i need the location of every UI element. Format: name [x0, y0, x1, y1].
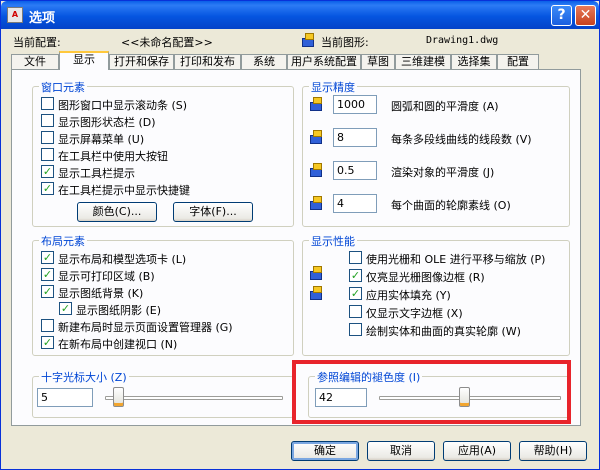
checkbox-box[interactable]	[41, 131, 54, 144]
checkbox-label: 在新布局中创建视口 (N)	[58, 338, 178, 351]
checkbox-label: 显示图纸阴影 (E)	[76, 304, 162, 317]
resolution-input-3[interactable]: 0.5	[333, 161, 377, 180]
checkbox-box[interactable]	[349, 251, 362, 264]
tab-plot-and-publish[interactable]: 打印和发布	[174, 54, 241, 70]
tab-open-and-save[interactable]: 打开和保存	[109, 54, 174, 70]
layout-elements-title: 布局元素	[39, 233, 87, 249]
resolution-label-2: 每条多段线曲线的线段数 (V)	[391, 133, 532, 146]
tab-system[interactable]: 系统	[241, 54, 287, 70]
tab-selection[interactable]: 选择集	[451, 54, 497, 70]
current-drawing-value: Drawing1.dwg	[426, 35, 499, 46]
display-performance-group: 显示性能 使用光栅和 OLE 进行平移与缩放 (P) ✓ 仅亮显光栅图像边框 (R)…	[302, 233, 570, 356]
checkbox-label: 绘制实体和曲面的真实轮廓 (W)	[366, 325, 521, 338]
checkbox-box[interactable]: ✓	[59, 302, 72, 315]
crosshair-size-slider-thumb[interactable]	[113, 387, 125, 407]
checkbox-box[interactable]	[41, 97, 54, 110]
current-profile-label: 当前配置:	[13, 36, 61, 49]
tab-user-preferences[interactable]: 用户系统配置	[287, 54, 361, 70]
autocad-app-icon: A	[7, 7, 23, 23]
checkbox-label: 应用实体填充 (Y)	[366, 289, 451, 302]
checkbox-box[interactable]: ✓	[41, 268, 54, 281]
drawing-icon	[301, 32, 317, 48]
checkbox-label: 显示图形状态栏 (D)	[58, 116, 156, 129]
checkbox-label: 显示图纸背景 (K)	[58, 287, 144, 300]
checkbox-label: 仅显示文字边框 (X)	[366, 307, 463, 320]
resolution-label-1: 圆弧和圆的平滑度 (A)	[391, 100, 499, 113]
title-bar[interactable]: A 选项 ? ✕	[1, 1, 599, 29]
display-resolution-title: 显示精度	[309, 79, 357, 95]
checkbox-box[interactable]: ✓	[41, 285, 54, 298]
drawing-saved-icon	[309, 285, 325, 301]
checkbox-box[interactable]	[41, 148, 54, 161]
tab-profiles[interactable]: 配置	[497, 54, 539, 70]
help-button[interactable]: 帮助(H)	[519, 441, 587, 461]
drawing-saved-icon	[309, 96, 325, 112]
fonts-button[interactable]: 字体(F)...	[173, 202, 253, 222]
tab-drafting[interactable]: 草图	[361, 54, 395, 70]
current-profile-value: <<未命名配置>>	[121, 36, 213, 49]
annotation-highlight	[292, 360, 571, 424]
cancel-button[interactable]: 取消	[367, 441, 435, 461]
checkbox-label: 图形窗口中显示滚动条 (S)	[58, 99, 188, 112]
crosshair-size-group: 十字光标大小 (Z) 5	[32, 369, 294, 418]
drawing-saved-icon	[309, 129, 325, 145]
checkbox-label: 显示可打印区域 (B)	[58, 270, 155, 283]
checkbox-box[interactable]	[349, 305, 362, 318]
crosshair-size-title: 十字光标大小 (Z)	[39, 369, 129, 385]
apply-button[interactable]: 应用(A)	[443, 441, 511, 461]
resolution-label-4: 每个曲面的轮廓素线 (O)	[391, 199, 511, 212]
checkbox-box[interactable]	[41, 114, 54, 127]
display-performance-title: 显示性能	[309, 233, 357, 249]
checkbox-label: 显示工具栏提示	[58, 167, 135, 180]
tab-display[interactable]: 显示	[59, 51, 109, 70]
close-button[interactable]: ✕	[575, 5, 596, 26]
drawing-saved-icon	[309, 195, 325, 211]
checkbox-box[interactable]: ✓	[41, 251, 54, 264]
checkbox-label: 使用光栅和 OLE 进行平移与缩放 (P)	[366, 253, 546, 266]
window-title: 选项	[29, 11, 56, 26]
ok-button[interactable]: 确定	[291, 441, 359, 461]
checkbox-box[interactable]	[41, 319, 54, 332]
checkbox-box[interactable]: ✓	[349, 287, 362, 300]
checkbox-box[interactable]: ✓	[41, 336, 54, 349]
window-elements-title: 窗口元素	[39, 79, 87, 95]
crosshair-size-input[interactable]: 5	[37, 388, 93, 407]
current-drawing-label: 当前图形:	[321, 36, 369, 49]
checkbox-label: 在工具栏中使用大按钮	[58, 150, 168, 163]
checkbox-box[interactable]: ✓	[41, 165, 54, 178]
tab-3d-modeling[interactable]: 三维建模	[395, 54, 451, 70]
drawing-saved-icon	[309, 265, 325, 281]
tab-files[interactable]: 文件	[11, 54, 59, 70]
resolution-label-3: 渲染对象的平滑度 (J)	[391, 166, 495, 179]
layout-elements-group: 布局元素 ✓ 显示布局和模型选项卡 (L) ✓ 显示可打印区域 (B) ✓ 显示图纸背景 …	[32, 233, 294, 356]
checkbox-label: 仅亮显光栅图像边框 (R)	[366, 271, 485, 284]
checkbox-box[interactable]: ✓	[41, 182, 54, 195]
checkbox-label: 在工具栏提示中显示快捷键	[58, 184, 190, 197]
crosshair-size-slider-track[interactable]	[105, 396, 283, 400]
checkbox-box[interactable]	[349, 323, 362, 336]
resolution-input-4[interactable]: 4	[333, 194, 377, 213]
resolution-input-1[interactable]: 1000	[333, 95, 377, 114]
colors-button[interactable]: 颜色(C)...	[77, 202, 157, 222]
resolution-input-2[interactable]: 8	[333, 128, 377, 147]
checkbox-label: 新建布局时显示页面设置管理器 (G)	[58, 321, 233, 334]
display-resolution-group: 显示精度 1000 圆弧和圆的平滑度 (A) 8 每条多段线曲线的线段数 (V) 0.5…	[302, 79, 570, 227]
options-dialog: A 选项 ? ✕ 当前配置: <<未命名配置>> 当前图形: Drawing1.…	[0, 0, 600, 470]
checkbox-box[interactable]: ✓	[349, 269, 362, 282]
help-title-button[interactable]: ?	[551, 5, 572, 26]
checkbox-label: 显示布局和模型选项卡 (L)	[58, 253, 187, 266]
checkbox-label: 显示屏幕菜单 (U)	[58, 133, 145, 146]
drawing-saved-icon	[309, 162, 325, 178]
window-elements-group: 窗口元素 图形窗口中显示滚动条 (S) 显示图形状态栏 (D) 显示屏幕菜单 (U)…	[32, 79, 294, 227]
